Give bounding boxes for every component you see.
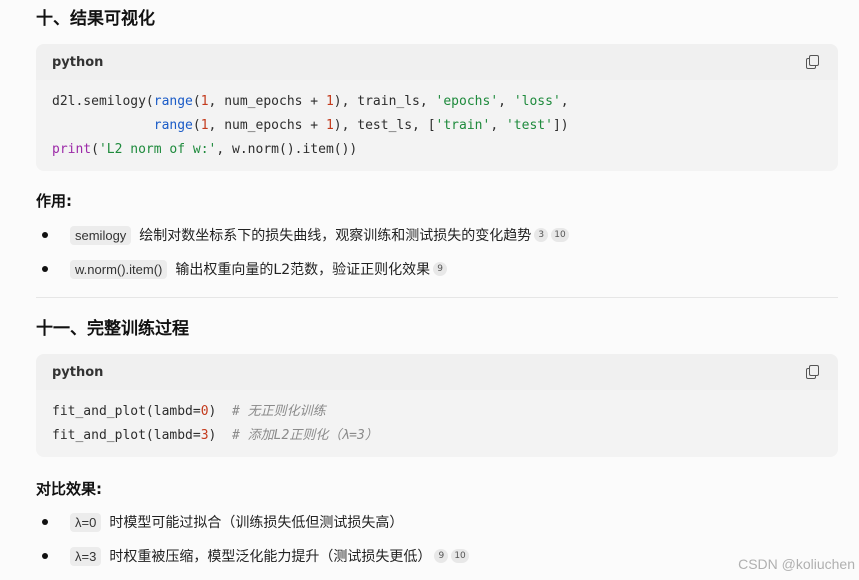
inline-code: w.norm().item() <box>70 259 168 279</box>
list-item: λ=0 时模型可能过拟合（训练损失低但测试损失高） <box>36 505 838 539</box>
bullet-dot <box>42 266 48 272</box>
citation-badge[interactable]: 9 <box>433 262 448 276</box>
inline-code: semilogy <box>70 225 132 245</box>
code-line: print('L2 norm of w:', w.norm().item()) <box>52 142 358 157</box>
code-line: fit_and_plot(lambd=3) # 添加L2正则化（λ=3） <box>52 428 378 443</box>
bullet-dot <box>42 232 48 238</box>
section-label: 对比效果: <box>36 480 102 498</box>
bullet-list: semilogy 绘制对数坐标系下的损失曲线，观察训练和测试损失的变化趋势 3 10 w… <box>36 218 838 286</box>
code-line: d2l.semilogy(range(1, num_epochs + 1), t… <box>52 94 569 109</box>
bullet-list: λ=0 时模型可能过拟合（训练损失低但测试损失高） λ=3 时权重被压缩，模型泛化能力… <box>36 505 838 573</box>
list-item-text: 绘制对数坐标系下的损失曲线，观察训练和测试损失的变化趋势 <box>139 228 532 244</box>
code-header: python <box>36 44 838 80</box>
list-item-text: 输出权重向量的L2范数，验证正则化效果 <box>175 262 431 278</box>
copy-icon[interactable] <box>804 53 822 71</box>
bullet-dot <box>42 519 48 525</box>
bullet-dot <box>42 553 48 559</box>
section-label: 作用: <box>36 192 72 210</box>
citation-badge[interactable]: 10 <box>451 549 469 563</box>
section-heading: 十一、完整训练过程 <box>36 319 189 339</box>
code-block: python d2l.semilogy(range(1, num_epochs … <box>36 44 838 171</box>
list-item: semilogy 绘制对数坐标系下的损失曲线，观察训练和测试损失的变化趋势 3 10 <box>36 218 838 252</box>
code-body: fit_and_plot(lambd=0) # 无正则化训练 fit_and_pl… <box>36 390 838 458</box>
list-item-text: 时模型可能过拟合（训练损失低但测试损失高） <box>109 515 404 531</box>
code-header: python <box>36 354 838 390</box>
code-line: range(1, num_epochs + 1), test_ls, ['tra… <box>153 118 569 133</box>
code-line: fit_and_plot(lambd=0) # 无正则化训练 <box>52 404 326 419</box>
code-language: python <box>52 54 104 70</box>
section-heading: 十、结果可视化 <box>36 9 155 29</box>
citation-badge[interactable]: 9 <box>434 549 449 563</box>
list-item: w.norm().item() 输出权重向量的L2范数，验证正则化效果 9 <box>36 252 838 286</box>
list-item-text: 时权重被压缩，模型泛化能力提升（测试损失更低） <box>109 549 432 565</box>
inline-code: λ=0 <box>70 512 102 532</box>
code-language: python <box>52 364 104 380</box>
code-block: python fit_and_plot(lambd=0) # 无正则化训练 fit… <box>36 354 838 457</box>
divider <box>36 297 838 298</box>
citation-badge[interactable]: 10 <box>551 228 569 242</box>
watermark: CSDN @koliuchen <box>738 556 855 572</box>
code-body: d2l.semilogy(range(1, num_epochs + 1), t… <box>36 80 838 172</box>
list-item: λ=3 时权重被压缩，模型泛化能力提升（测试损失更低） 9 10 <box>36 539 838 573</box>
copy-icon[interactable] <box>804 363 822 381</box>
inline-code: λ=3 <box>70 546 102 566</box>
citation-badge[interactable]: 3 <box>534 228 549 242</box>
